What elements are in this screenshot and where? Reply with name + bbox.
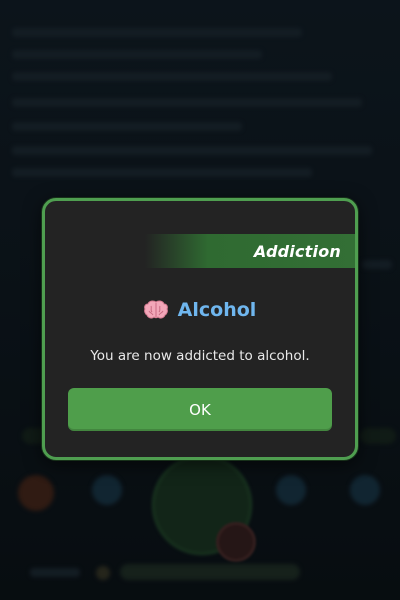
ok-button[interactable]: OK [68, 388, 332, 431]
ribbon-label: Addiction [253, 241, 341, 261]
app-screen: Addiction Alcohol You are now addicted t… [0, 0, 400, 600]
addiction-dialog: Addiction Alcohol You are now addicted t… [42, 198, 358, 460]
dialog-title-row: Alcohol [45, 299, 355, 321]
addiction-ribbon: Addiction [145, 234, 355, 268]
dialog-message: You are now addicted to alcohol. [90, 348, 310, 364]
dialog-title: Alcohol [177, 299, 257, 321]
brain-icon [143, 300, 168, 320]
